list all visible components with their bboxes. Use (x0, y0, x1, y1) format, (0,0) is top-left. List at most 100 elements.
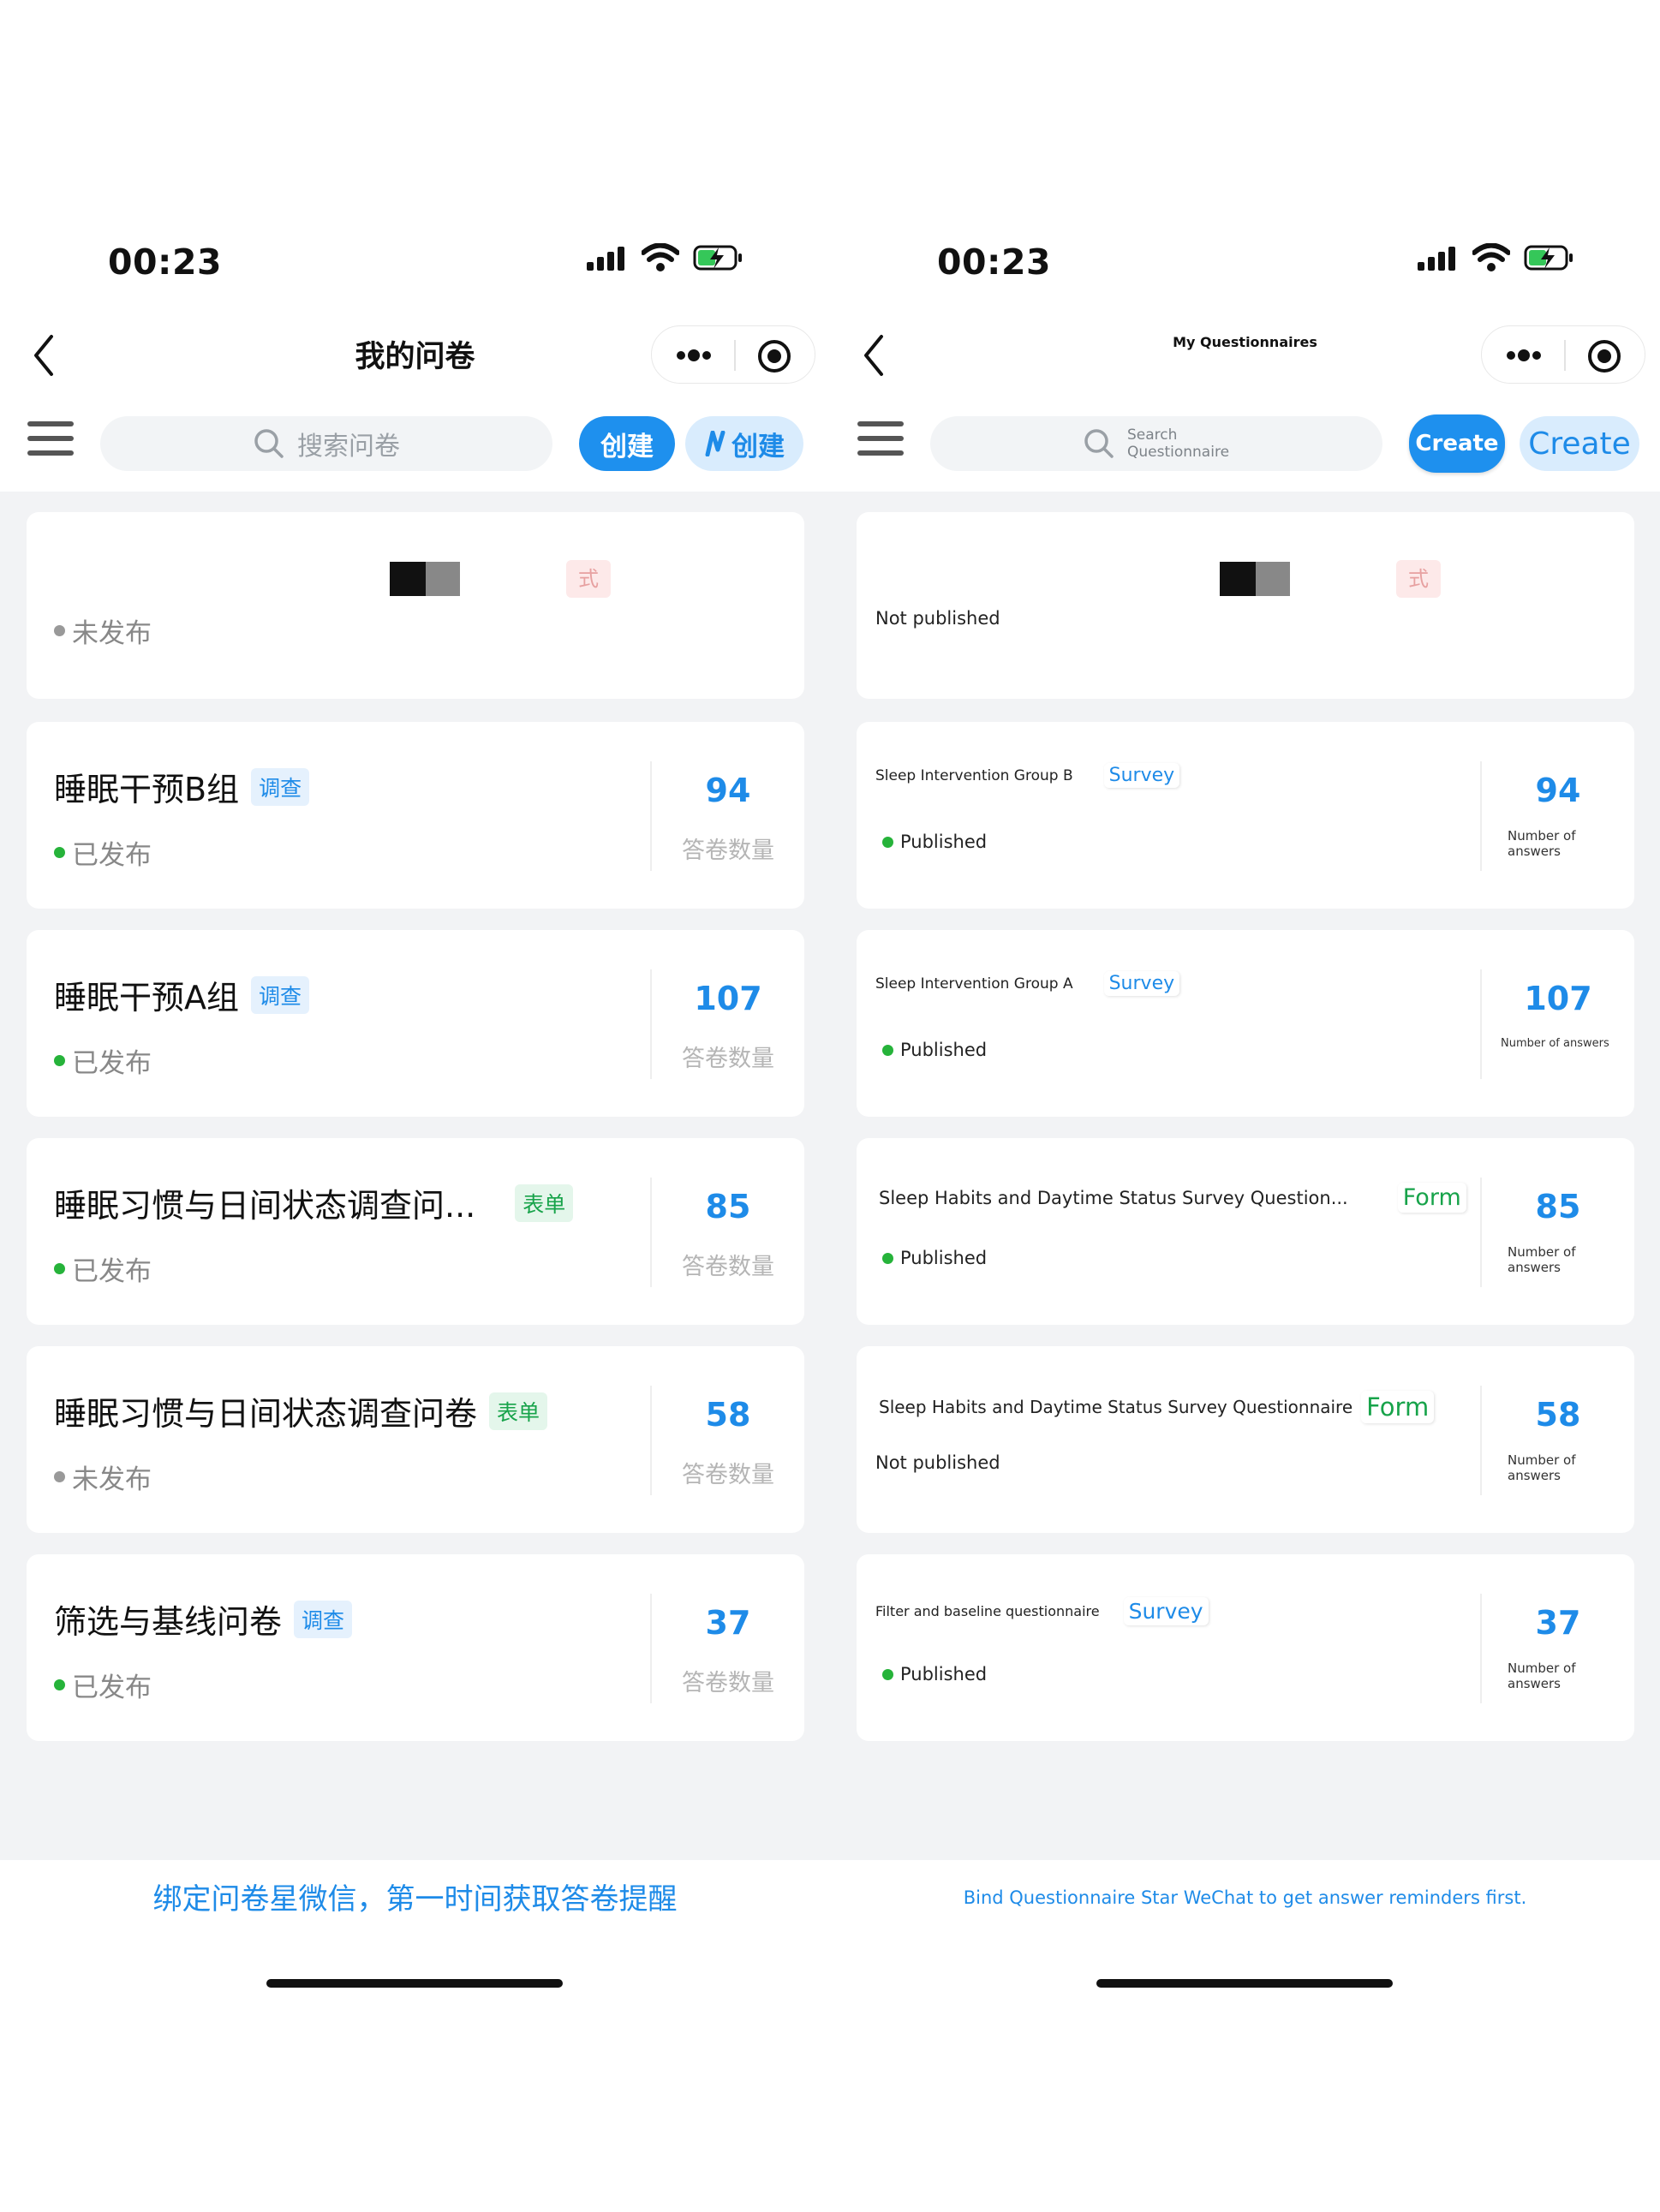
menu-icon[interactable] (857, 420, 904, 457)
search-placeholder: 搜索问卷 (297, 432, 400, 462)
status-label: 已发布 (54, 1041, 152, 1080)
target-icon[interactable] (1586, 338, 1622, 374)
status-dot (54, 1471, 65, 1482)
search-input[interactable]: Search Questionnaire (930, 416, 1382, 471)
search-icon (254, 429, 284, 458)
redacted-block (390, 562, 460, 596)
questionnaire-card[interactable]: 睡眠干预B组 调查 已发布 94 答卷数量 (27, 722, 804, 909)
type-tag: 调查 (294, 1600, 353, 1638)
card-title: Filter and baseline questionnaire (875, 1603, 1100, 1619)
type-tag: Survey (1104, 763, 1180, 788)
answer-count-label: Number of answers (1508, 828, 1576, 859)
status-label: 未发布 (54, 611, 152, 650)
answer-count: 107 (1524, 980, 1592, 1017)
menu-icon[interactable] (27, 420, 74, 457)
questionnaire-card[interactable]: 式 未发布 (27, 512, 804, 699)
questionnaire-card[interactable]: 筛选与基线问卷 调查 已发布 37 答卷数量 (27, 1554, 804, 1741)
status-label: 已发布 (54, 1249, 152, 1288)
status-label: Published (882, 1664, 987, 1684)
mini-program-capsule (1481, 325, 1645, 384)
answer-count: 94 (705, 772, 751, 809)
answer-count: 85 (1535, 1188, 1581, 1225)
status-dot (54, 1055, 65, 1066)
toolbar: Search Questionnaire Create Create (830, 409, 1660, 478)
status-dot (54, 847, 65, 858)
wechat-bind-link[interactable]: 绑定问卷星微信，第一时间获取答卷提醒 (0, 1875, 830, 1917)
answer-count: 107 (694, 980, 762, 1017)
ai-create-button[interactable]: Create (1520, 416, 1639, 471)
answer-count-label: Number of answers (1508, 1660, 1576, 1691)
answer-count-label: Number of answers (1508, 1452, 1576, 1483)
home-indicator (1096, 1979, 1393, 1988)
ai-create-label: Create (1528, 426, 1631, 462)
card-title: 筛选与基线问卷 (54, 1603, 283, 1641)
card-title: 睡眠习惯与日间状态调查问... (54, 1187, 476, 1225)
create-button[interactable]: 创建 (579, 416, 675, 471)
wifi-icon (1472, 243, 1510, 271)
blurred-tag: 式 (1396, 560, 1441, 598)
redacted-block (1220, 562, 1290, 596)
questionnaire-list: 式 Not published Sleep Intervention Group… (830, 492, 1660, 1860)
questionnaire-card[interactable]: Filter and baseline questionnaire Survey … (857, 1554, 1634, 1741)
status-label: Published (882, 1248, 987, 1268)
status-time: 00:23 (937, 241, 1052, 283)
card-title: 睡眠习惯与日间状态调查问卷 (54, 1395, 478, 1433)
status-label: Published (882, 1040, 987, 1060)
status-label: 已发布 (54, 833, 152, 872)
ai-n-icon (705, 431, 726, 456)
ai-create-label: 创建 (731, 431, 785, 462)
status-icons (1418, 243, 1575, 272)
type-tag: 表单 (489, 1392, 548, 1430)
status-dot (882, 836, 893, 848)
more-dots-icon[interactable] (676, 345, 712, 366)
answer-count-label: 答卷数量 (682, 1670, 774, 1696)
search-icon (1084, 429, 1114, 458)
battery-charging-icon (693, 245, 742, 271)
answer-count-label: 答卷数量 (682, 1254, 774, 1280)
more-dots-icon[interactable] (1506, 345, 1542, 366)
search-input[interactable]: 搜索问卷 (100, 416, 552, 471)
answer-count: 58 (705, 1396, 751, 1434)
target-icon[interactable] (756, 338, 792, 374)
answer-count-label: Number of answers (1501, 1037, 1609, 1050)
card-title: Sleep Intervention Group B (875, 766, 1073, 784)
questionnaire-card[interactable]: 式 Not published (857, 512, 1634, 699)
questionnaire-card[interactable]: Sleep Intervention Group B Survey Publish… (857, 722, 1634, 909)
status-label: Not published (875, 608, 1000, 629)
card-title: 睡眠干预A组 (54, 979, 239, 1017)
blurred-tag: 式 (566, 560, 611, 598)
home-indicator (266, 1979, 563, 1988)
status-dot (54, 1263, 65, 1274)
ai-create-button[interactable]: 创建 (685, 416, 803, 471)
card-title: Sleep Habits and Daytime Status Survey Q… (879, 1187, 1348, 1208)
type-tag: Survey (1124, 1597, 1209, 1625)
toolbar: 搜索问卷 创建 创建 (0, 409, 830, 478)
status-label: Published (882, 832, 987, 852)
questionnaire-card[interactable]: 睡眠干预A组 调查 已发布 107 答卷数量 (27, 930, 804, 1117)
signal-icon (587, 247, 624, 271)
capsule-divider (734, 340, 736, 371)
mini-program-capsule (651, 325, 815, 384)
answer-count: 58 (1535, 1396, 1581, 1434)
type-tag: Form (1361, 1391, 1434, 1423)
battery-charging-icon (1524, 245, 1573, 271)
signal-icon (1418, 247, 1455, 271)
wechat-bind-link[interactable]: Bind Questionnaire Star WeChat to get an… (830, 1887, 1660, 1908)
answer-count: 37 (1535, 1604, 1581, 1642)
questionnaire-card[interactable]: Sleep Habits and Daytime Status Survey Q… (857, 1346, 1634, 1533)
status-icons (587, 243, 744, 272)
questionnaire-card[interactable]: 睡眠习惯与日间状态调查问... 表单 已发布 85 答卷数量 (27, 1138, 804, 1325)
answer-count-label: 答卷数量 (682, 838, 774, 864)
status-label: 未发布 (54, 1458, 152, 1496)
type-tag: 调查 (251, 975, 310, 1014)
answer-count-label: 答卷数量 (682, 1046, 774, 1072)
create-button[interactable]: Create (1409, 414, 1505, 473)
questionnaire-card[interactable]: 睡眠习惯与日间状态调查问卷 表单 未发布 58 答卷数量 (27, 1346, 804, 1533)
answer-count-label: Number of answers (1508, 1244, 1576, 1275)
status-dot (882, 1668, 893, 1680)
phone-english: 00:23 My Questionnaires Search Questionn… (830, 0, 1660, 2212)
answer-count: 94 (1535, 772, 1581, 809)
questionnaire-card[interactable]: Sleep Intervention Group A Survey Publish… (857, 930, 1634, 1117)
answer-count-label: 答卷数量 (682, 1462, 774, 1488)
questionnaire-card[interactable]: Sleep Habits and Daytime Status Survey Q… (857, 1138, 1634, 1325)
